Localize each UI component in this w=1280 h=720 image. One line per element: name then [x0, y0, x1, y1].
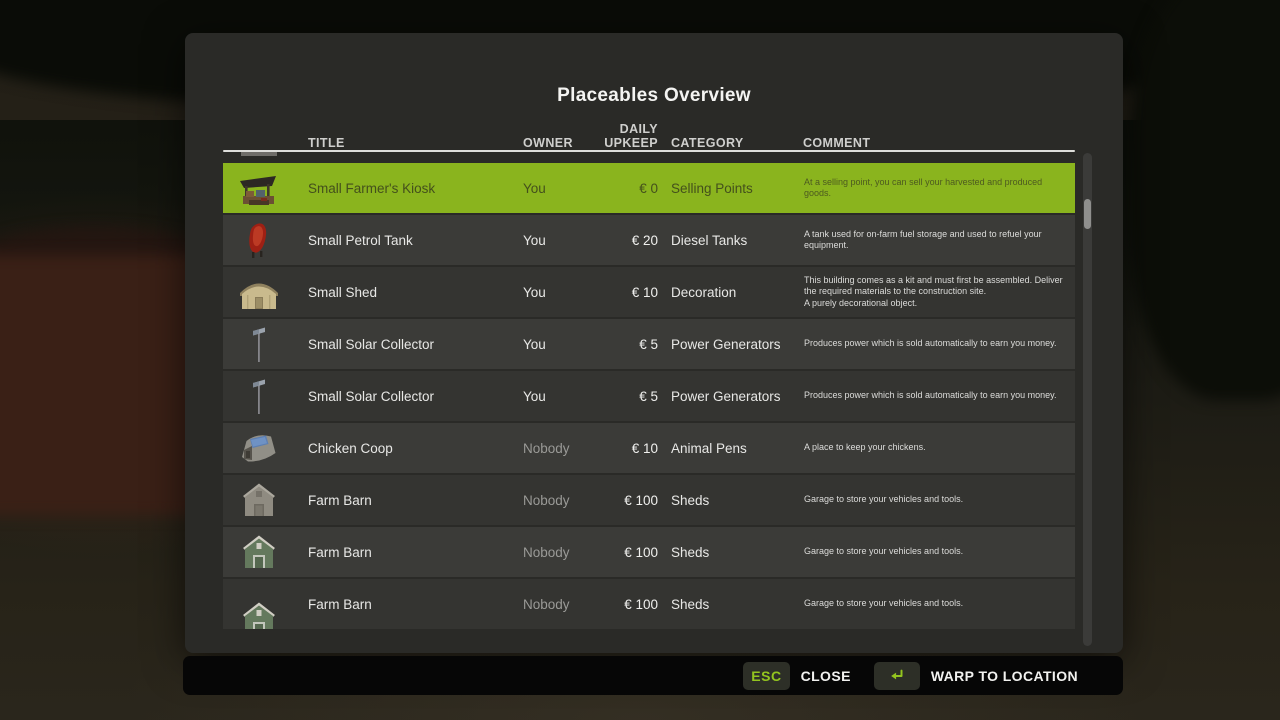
background-barn	[0, 255, 205, 515]
placeable-daily-upkeep: € 100	[578, 527, 658, 577]
placeable-title: Farm Barn	[308, 527, 518, 577]
placeable-comment: Garage to store your vehicles and tools.	[804, 527, 1068, 577]
table-row[interactable]: Small Farmer's Kiosk You € 0 Selling Poi…	[223, 163, 1075, 213]
background-tree	[1130, 0, 1280, 400]
placeable-title: Farm Barn	[308, 475, 518, 525]
placeable-title: Chicken Coop	[308, 423, 518, 473]
green-barn-icon	[231, 527, 287, 577]
placeable-comment: At a selling point, you can sell your ha…	[804, 163, 1068, 213]
table-row[interactable]: Farm Barn Nobody € 100 Sheds Garage to s…	[223, 475, 1075, 525]
petrol-tank-icon	[231, 215, 287, 265]
silos-icon	[231, 152, 287, 161]
table-row[interactable]: Small Shed You € 10 Decoration This buil…	[223, 267, 1075, 317]
placeable-daily-upkeep: € 100	[578, 475, 658, 525]
kiosk-icon	[231, 163, 287, 213]
column-header-category: CATEGORY	[671, 136, 744, 150]
footer-bar: ESC CLOSE WARP TO LOCATION	[183, 656, 1123, 695]
placeables-list: Small Farmer's Kiosk You € 0 Selling Poi…	[223, 152, 1075, 648]
gray-barn-icon	[231, 475, 287, 525]
placeable-comment: Produces power which is sold automatical…	[804, 319, 1068, 369]
table-row[interactable]: Chicken Coop Nobody € 10 Animal Pens A p…	[223, 423, 1075, 473]
table-header: TITLE OWNER DAILY UPKEEP CATEGORY COMMEN…	[185, 121, 1123, 151]
placeable-daily-upkeep: € 5	[578, 371, 658, 421]
dialog-title: Placeables Overview	[185, 85, 1123, 107]
placeable-daily-upkeep: € 5	[578, 319, 658, 369]
esc-key-badge[interactable]: ESC	[743, 662, 789, 690]
placeable-daily-upkeep: € 10	[578, 267, 658, 317]
shed-icon	[231, 267, 287, 317]
placeable-comment: Garage to store your vehicles and tools.	[804, 475, 1068, 525]
table-row[interactable]: Farm Barn Nobody € 100 Sheds Garage to s…	[223, 579, 1075, 629]
placeable-comment: This building comes as a kit and must fi…	[804, 267, 1068, 317]
list-scrollbar-thumb[interactable]	[1084, 199, 1091, 229]
placeable-title: Small Farmer's Kiosk	[308, 163, 518, 213]
placeable-title: Small Solar Collector	[308, 319, 518, 369]
placeable-title: Small Shed	[308, 267, 518, 317]
column-header-owner: OWNER	[523, 136, 573, 150]
partial-scrolled-row[interactable]	[223, 152, 1075, 161]
warp-to-location-button[interactable]: WARP TO LOCATION	[931, 668, 1078, 684]
placeable-title: Small Solar Collector	[308, 371, 518, 421]
table-row[interactable]: Small Solar Collector You € 5 Power Gene…	[223, 319, 1075, 369]
enter-key-icon[interactable]	[874, 662, 920, 690]
placeable-comment: Produces power which is sold automatical…	[804, 371, 1068, 421]
placeable-title: Small Petrol Tank	[308, 215, 518, 265]
placeable-daily-upkeep: € 0	[578, 163, 658, 213]
placeable-daily-upkeep: € 100	[578, 579, 658, 629]
placeables-overview-dialog: Placeables Overview TITLE OWNER DAILY UP…	[185, 33, 1123, 653]
list-scrollbar-track[interactable]	[1083, 153, 1092, 646]
column-header-title: TITLE	[308, 136, 345, 150]
table-row[interactable]: Small Petrol Tank You € 20 Diesel Tanks …	[223, 215, 1075, 265]
table-row[interactable]: Small Solar Collector You € 5 Power Gene…	[223, 371, 1075, 421]
table-row[interactable]: Farm Barn Nobody € 100 Sheds Garage to s…	[223, 527, 1075, 577]
column-header-comment: COMMENT	[803, 136, 870, 150]
placeable-daily-upkeep: € 20	[578, 215, 658, 265]
placeable-title: Farm Barn	[308, 579, 518, 629]
green-barn-icon	[231, 579, 287, 629]
placeable-comment: Garage to store your vehicles and tools.	[804, 579, 1068, 629]
close-button[interactable]: CLOSE	[801, 668, 851, 684]
column-header-daily-upkeep: DAILY UPKEEP	[578, 122, 658, 150]
placeable-comment: A place to keep your chickens.	[804, 423, 1068, 473]
placeable-comment: A tank used for on-farm fuel storage and…	[804, 215, 1068, 265]
placeable-daily-upkeep: € 10	[578, 423, 658, 473]
solar-collector-icon	[231, 319, 287, 369]
solar-collector-icon	[231, 371, 287, 421]
chicken-coop-icon	[231, 423, 287, 473]
